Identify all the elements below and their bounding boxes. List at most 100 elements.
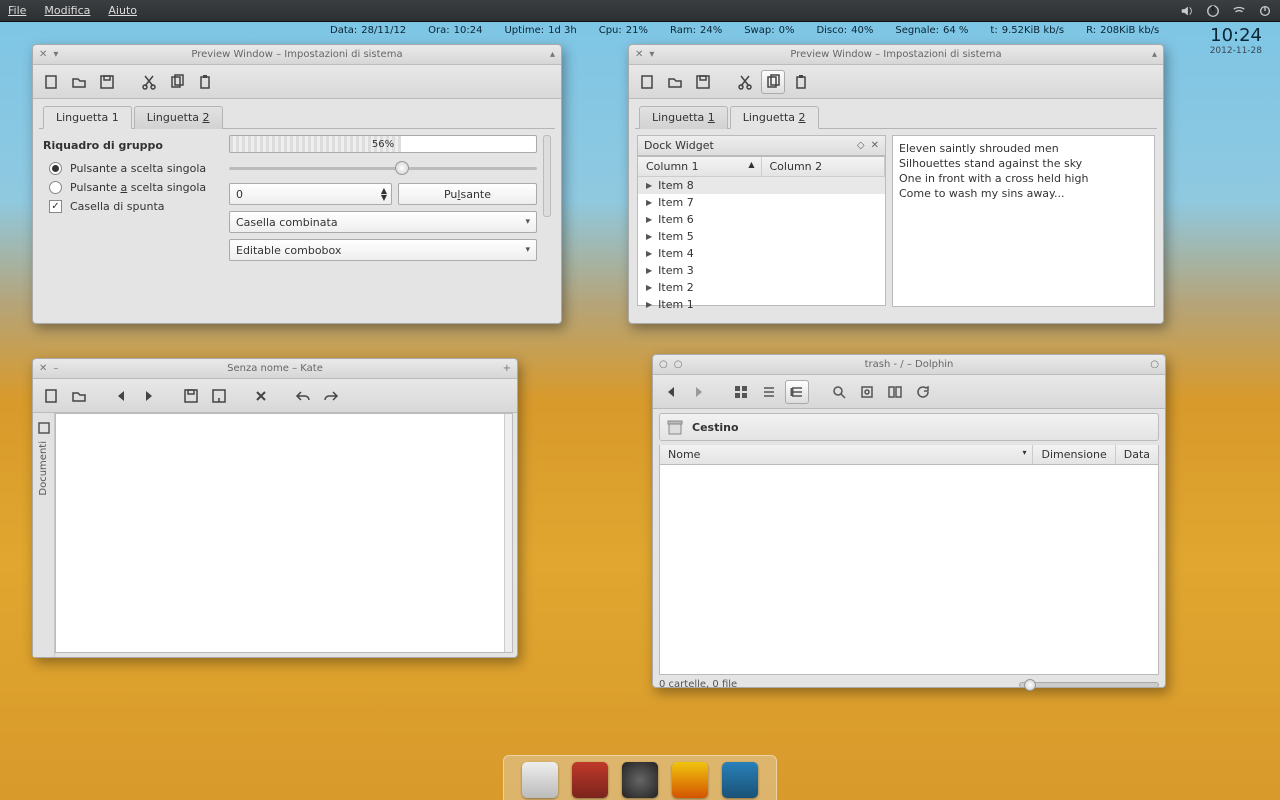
open-icon[interactable]	[663, 70, 687, 94]
tree-item[interactable]: ▶Item 8	[638, 177, 885, 194]
tree-item[interactable]: ▶Item 3	[638, 262, 885, 279]
tree-item[interactable]: ▶Item 1	[638, 296, 885, 313]
back-icon[interactable]	[659, 380, 683, 404]
menu-file[interactable]: File	[8, 4, 26, 17]
menu-edit[interactable]: Modifica	[44, 4, 90, 17]
new-icon[interactable]	[635, 70, 659, 94]
cut-icon[interactable]	[137, 70, 161, 94]
dock-app-3[interactable]	[622, 762, 658, 798]
tree-item[interactable]: ▶Item 6	[638, 211, 885, 228]
column-2-header[interactable]: Column 2	[762, 157, 886, 176]
scrollbar[interactable]	[543, 135, 551, 217]
shutdown-icon[interactable]	[1258, 4, 1272, 18]
tab-2[interactable]: Linguetta 2	[134, 106, 223, 129]
location-bar[interactable]: Cestino	[659, 413, 1159, 441]
dolphin-window: ○○ trash - / – Dolphin ○ Cestino Nome▾ D…	[652, 354, 1166, 688]
open-icon[interactable]	[67, 384, 91, 408]
scrollbar[interactable]	[504, 414, 512, 652]
paste-icon[interactable]	[193, 70, 217, 94]
file-view[interactable]	[659, 465, 1159, 675]
wifi-icon[interactable]	[1232, 4, 1246, 18]
forward-icon[interactable]	[137, 384, 161, 408]
radio-1[interactable]: Pulsante a scelta singola	[49, 162, 209, 175]
forward-icon[interactable]	[687, 380, 711, 404]
copy-icon[interactable]	[165, 70, 189, 94]
tree-item[interactable]: ▶Item 4	[638, 245, 885, 262]
text-area[interactable]: Eleven saintly shrouded men Silhouettes …	[892, 135, 1155, 307]
dock-widget-header[interactable]: Dock Widget ◇✕	[637, 135, 886, 156]
dock-float-icon[interactable]: ◇	[857, 140, 865, 151]
tree-item[interactable]: ▶Item 2	[638, 279, 885, 296]
save-as-icon[interactable]	[207, 384, 231, 408]
close-button[interactable]: ✕	[635, 49, 643, 60]
new-icon[interactable]	[39, 70, 63, 94]
radio-2[interactable]: Pulsante a scelta singola	[49, 181, 209, 194]
push-button[interactable]: Pulsante	[398, 183, 537, 205]
maximize-button[interactable]: ▾	[649, 49, 654, 60]
save-icon[interactable]	[691, 70, 715, 94]
list-view-icon[interactable]	[757, 380, 781, 404]
new-tab-button[interactable]: +	[503, 363, 511, 374]
dock-app-5[interactable]	[722, 762, 758, 798]
checkbox[interactable]: ✓Casella di spunta	[49, 200, 209, 213]
dock-app-1[interactable]	[522, 762, 558, 798]
minimize-button[interactable]: –	[53, 363, 58, 374]
tree-item[interactable]: ▶Item 5	[638, 228, 885, 245]
column-1-header[interactable]: Column 1▲	[638, 157, 762, 176]
tree-item[interactable]: ▶Item 7	[638, 194, 885, 211]
undo-icon[interactable]	[291, 384, 315, 408]
split-icon[interactable]	[883, 380, 907, 404]
power-icon[interactable]	[1206, 4, 1220, 18]
icons-view-icon[interactable]	[729, 380, 753, 404]
minimize-button[interactable]: ▴	[1152, 49, 1157, 60]
kate-sidebar[interactable]: Documenti	[33, 413, 55, 657]
reload-icon[interactable]	[911, 380, 935, 404]
tree-view[interactable]: Column 1▲ Column 2 ▶Item 8▶Item 7▶Item 6…	[637, 156, 886, 306]
combobox[interactable]: Casella combinata	[229, 211, 537, 233]
top-menubar: File Modifica Aiuto	[0, 0, 1280, 22]
dock-close-icon[interactable]: ✕	[871, 140, 879, 151]
preview-icon[interactable]	[855, 380, 879, 404]
tab-2[interactable]: Linguetta 2	[730, 106, 819, 129]
col-name[interactable]: Nome▾	[660, 445, 1032, 464]
save-icon[interactable]	[95, 70, 119, 94]
documents-icon	[37, 421, 51, 435]
location-text: Cestino	[692, 421, 739, 434]
col-date[interactable]: Data	[1115, 445, 1158, 464]
window-button[interactable]: ○	[674, 359, 683, 370]
maximize-button[interactable]: ▾	[53, 49, 58, 60]
editable-combobox[interactable]: Editable combobox	[229, 239, 537, 261]
details-view-icon[interactable]	[785, 380, 809, 404]
dock-app-2[interactable]	[572, 762, 608, 798]
window-title: Senza nome – Kate	[33, 363, 517, 374]
tab-1[interactable]: Linguetta 1	[43, 106, 132, 129]
new-icon[interactable]	[39, 384, 63, 408]
window-button[interactable]: ○	[1150, 359, 1159, 370]
slider[interactable]	[229, 159, 537, 177]
preview-window-2: ✕▾ Preview Window – Impostazioni di sist…	[628, 44, 1164, 324]
paste-icon[interactable]	[789, 70, 813, 94]
search-icon[interactable]	[827, 380, 851, 404]
column-headers: Nome▾ Dimensione Data	[659, 445, 1159, 465]
dock	[503, 755, 777, 800]
close-button[interactable]: ✕	[39, 49, 47, 60]
tab-1[interactable]: Linguetta 1	[639, 106, 728, 129]
save-icon[interactable]	[179, 384, 203, 408]
col-size[interactable]: Dimensione	[1032, 445, 1114, 464]
text-editor[interactable]	[55, 413, 513, 653]
open-icon[interactable]	[67, 70, 91, 94]
redo-icon[interactable]	[319, 384, 343, 408]
close-doc-icon[interactable]	[249, 384, 273, 408]
spinbox[interactable]: 0▲▼	[229, 183, 392, 205]
close-button[interactable]: ✕	[39, 363, 47, 374]
dock-app-4[interactable]	[672, 762, 708, 798]
back-icon[interactable]	[109, 384, 133, 408]
toolbar	[629, 65, 1163, 99]
menu-help[interactable]: Aiuto	[108, 4, 137, 17]
copy-icon[interactable]	[761, 70, 785, 94]
cut-icon[interactable]	[733, 70, 757, 94]
volume-icon[interactable]	[1180, 4, 1194, 18]
minimize-button[interactable]: ▴	[550, 49, 555, 60]
zoom-slider[interactable]	[1019, 682, 1159, 688]
window-button[interactable]: ○	[659, 359, 668, 370]
